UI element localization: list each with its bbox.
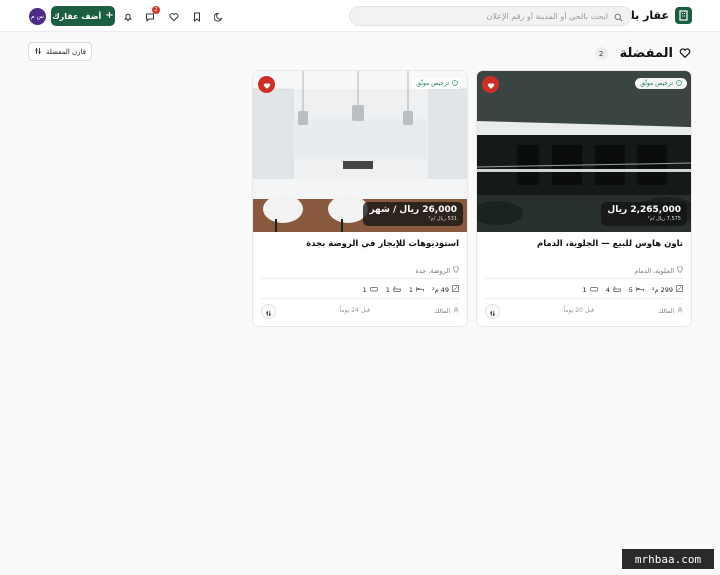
beds-spec: 1	[409, 286, 424, 294]
sliders-icon	[265, 302, 272, 321]
messages-count-badge: 2	[152, 6, 160, 14]
price: 2,265,000 ريال	[607, 205, 681, 215]
area-icon	[676, 285, 683, 294]
verified-license-badge: ترخيص موثّق	[635, 78, 687, 89]
area-value: 299 م²	[651, 285, 673, 294]
price: 26,000 ريال / شهر	[369, 205, 457, 215]
building-logo-icon	[675, 7, 692, 24]
bath-icon	[393, 286, 401, 294]
property-specs: 49 م² 1 1 1	[363, 285, 459, 294]
owner-label: المالك	[434, 307, 450, 315]
bed-icon	[636, 286, 644, 294]
add-to-compare-button[interactable]	[261, 304, 276, 319]
beds-value: 5	[628, 285, 633, 294]
rooms-spec: 1	[363, 286, 378, 294]
property-location: الروضة، جدة	[415, 265, 459, 275]
owner-type: المالك	[658, 307, 683, 315]
baths-value: 1	[385, 285, 390, 294]
heart-icon	[169, 7, 179, 26]
price-per-meter: 531 ريال /م²	[428, 216, 457, 222]
bookmark-icon	[192, 7, 202, 26]
dark-mode-toggle[interactable]	[212, 9, 226, 23]
price-per-meter: 7,575 ريال /م²	[647, 216, 681, 222]
property-location: الجلوية، الدمام	[634, 265, 683, 275]
baths-spec: 4	[606, 286, 621, 294]
verified-license-badge: ترخيص موثّق	[411, 78, 463, 89]
listing-date: قبل 24 يوماً	[339, 307, 371, 314]
bell-icon	[123, 7, 133, 26]
divider	[261, 278, 459, 279]
search-icon	[614, 7, 623, 26]
baths-value: 4	[605, 285, 610, 294]
area-value: 49 م²	[432, 285, 449, 294]
compare-favorites-label: قارن المفضلة	[45, 47, 87, 56]
price-box: 26,000 ريال / شهر 531 ريال /م²	[363, 202, 463, 226]
verified-label: ترخيص موثّق	[416, 80, 449, 87]
page-title: المفضلة	[619, 46, 673, 61]
location-text: الروضة، جدة	[415, 266, 450, 275]
sliders-icon	[34, 47, 42, 57]
remove-favorite-button[interactable]	[258, 76, 275, 93]
area-spec: 299 م²	[652, 285, 683, 294]
add-property-label: أضف عقارك	[52, 11, 102, 21]
area-icon	[452, 285, 459, 294]
watermark: mrhbaa.com	[622, 549, 714, 569]
divider	[485, 278, 683, 279]
baths-spec: 1	[386, 286, 401, 294]
remove-favorite-button[interactable]	[482, 76, 499, 93]
property-photo-studio[interactable]: ترخيص موثّق 26,000 ريال / شهر 531 ريال /…	[253, 71, 467, 232]
search-input[interactable]	[358, 11, 608, 21]
rooms-spec: 1	[582, 285, 598, 294]
plus-icon: +	[105, 10, 114, 21]
bath-icon	[612, 286, 621, 294]
rooms-value: 1	[582, 285, 587, 294]
property-photo-townhouse[interactable]: ترخيص موثّق 2,265,000 ريال 7,575 ريال /م…	[477, 71, 691, 232]
price-box: 2,265,000 ريال 7,575 ريال /م²	[601, 202, 687, 226]
divider	[261, 298, 459, 299]
divider	[485, 298, 683, 299]
rooms-value: 1	[362, 285, 367, 294]
user-icon	[453, 307, 459, 315]
notifications-button[interactable]	[121, 9, 135, 23]
sofa-icon	[369, 286, 378, 294]
owner-label: المالك	[658, 307, 674, 315]
listing-date: قبل 20 يوماً	[563, 307, 595, 314]
moon-icon	[213, 7, 224, 26]
user-icon	[677, 307, 683, 315]
area-spec: 49 م²	[432, 285, 459, 294]
map-pin-icon	[453, 265, 459, 275]
page-title-row: المفضلة 2	[594, 44, 691, 63]
heart-outline-icon	[679, 44, 691, 63]
property-card[interactable]: ترخيص موثّق 26,000 ريال / شهر 531 ريال /…	[252, 70, 468, 327]
shield-check-icon	[452, 79, 458, 88]
user-avatar[interactable]: س م	[29, 8, 46, 25]
sofa-icon	[589, 286, 598, 294]
bed-icon	[416, 286, 424, 294]
saved-searches-button[interactable]	[190, 9, 204, 23]
property-title[interactable]: تاون هاوس للبيع — الجلوية، الدمام	[485, 239, 683, 249]
sliders-icon	[489, 302, 496, 321]
map-pin-icon	[677, 265, 683, 275]
favorites-count-badge: 2	[594, 47, 608, 60]
shield-check-icon	[676, 79, 682, 88]
add-property-button[interactable]: + أضف عقارك	[51, 6, 115, 26]
verified-label: ترخيص موثّق	[640, 80, 673, 87]
owner-type: المالك	[434, 307, 459, 315]
property-specs: 299 م² 5 4 1	[582, 285, 683, 294]
add-to-compare-button[interactable]	[485, 304, 500, 319]
property-card[interactable]: ترخيص موثّق 2,265,000 ريال 7,575 ريال /م…	[476, 70, 692, 327]
beds-spec: 5	[629, 286, 644, 294]
property-title[interactable]: استوديوهات للإيجار في الروضة بجدة	[261, 239, 459, 249]
messages-button[interactable]: 2	[143, 6, 160, 23]
top-header: عقار بلس 2 + أضف عقارك س م	[0, 0, 720, 32]
favorites-button[interactable]	[167, 9, 181, 23]
heart-filled-icon	[263, 75, 271, 94]
location-text: الجلوية، الدمام	[634, 266, 674, 275]
beds-value: 1	[408, 285, 414, 294]
heart-filled-icon	[487, 75, 495, 94]
compare-favorites-button[interactable]: قارن المفضلة	[28, 42, 92, 61]
search-bar[interactable]	[349, 6, 632, 26]
